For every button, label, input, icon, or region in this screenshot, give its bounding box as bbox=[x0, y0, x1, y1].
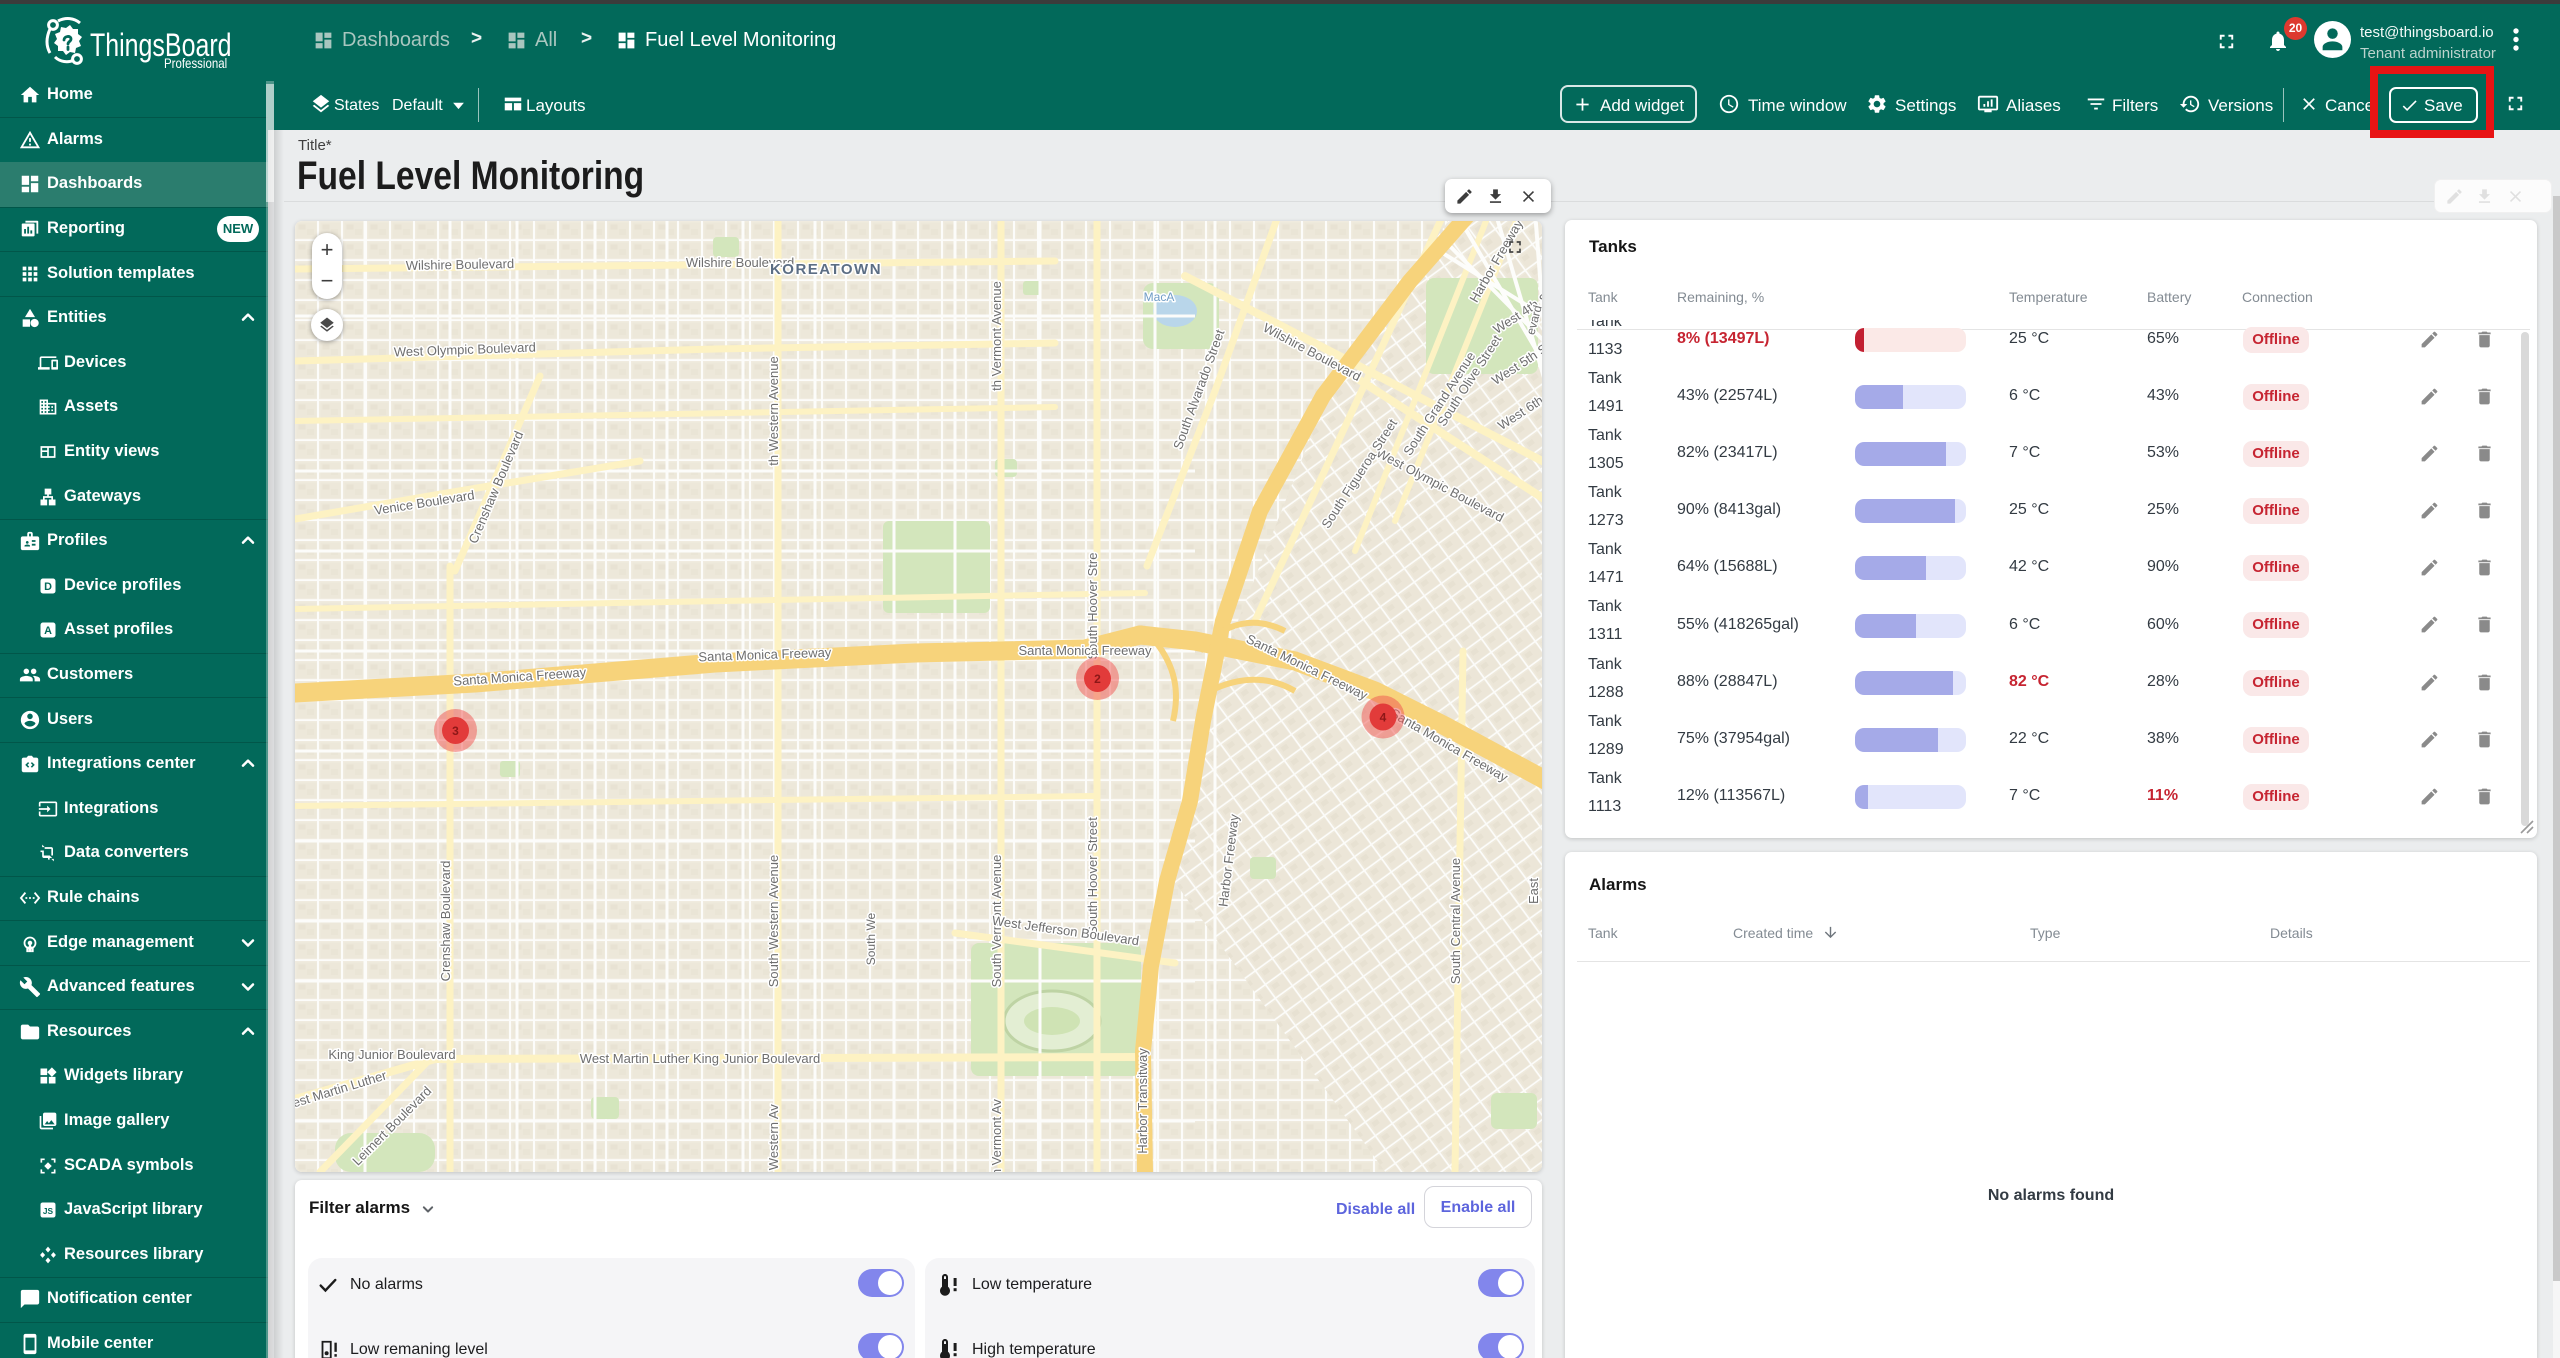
svg-text:Harbor Transitway: Harbor Transitway bbox=[1135, 1048, 1150, 1154]
svg-text:th Western Avenue: th Western Avenue bbox=[766, 356, 781, 465]
svg-text:East: East bbox=[1526, 878, 1541, 904]
svg-text:South Hoover Street: South Hoover Street bbox=[1085, 817, 1100, 935]
svg-text:Wilshire Boulevard: Wilshire Boulevard bbox=[406, 256, 515, 273]
svg-text:Santa Monica Freeway: Santa Monica Freeway bbox=[1019, 643, 1152, 658]
svg-text:King Junior Boulevard: King Junior Boulevard bbox=[328, 1047, 455, 1062]
svg-text:D: D bbox=[44, 581, 52, 593]
svg-text:th Vermont Avenue: th Vermont Avenue bbox=[989, 281, 1004, 391]
svg-text:JS: JS bbox=[43, 1206, 54, 1216]
svg-text:MacA: MacA bbox=[1144, 290, 1175, 304]
svg-text:South Western Av: South Western Av bbox=[766, 1104, 781, 1172]
svg-text:South Western Avenue: South Western Avenue bbox=[766, 855, 781, 988]
svg-text:South We: South We bbox=[864, 912, 878, 965]
svg-text:3: 3 bbox=[452, 724, 459, 738]
svg-text:South Vermont Av: South Vermont Av bbox=[989, 1099, 1004, 1172]
svg-text:West Martin Luther King Junior: West Martin Luther King Junior Boulevard bbox=[580, 1051, 820, 1066]
svg-text:2: 2 bbox=[1094, 672, 1101, 686]
svg-text:4: 4 bbox=[1380, 711, 1387, 725]
svg-text:South Central Avenue: South Central Avenue bbox=[1448, 858, 1463, 984]
svg-text:A: A bbox=[44, 625, 52, 637]
svg-text:KOREATOWN: KOREATOWN bbox=[770, 261, 882, 278]
svg-text:Crenshaw Boulevard: Crenshaw Boulevard bbox=[438, 861, 453, 982]
